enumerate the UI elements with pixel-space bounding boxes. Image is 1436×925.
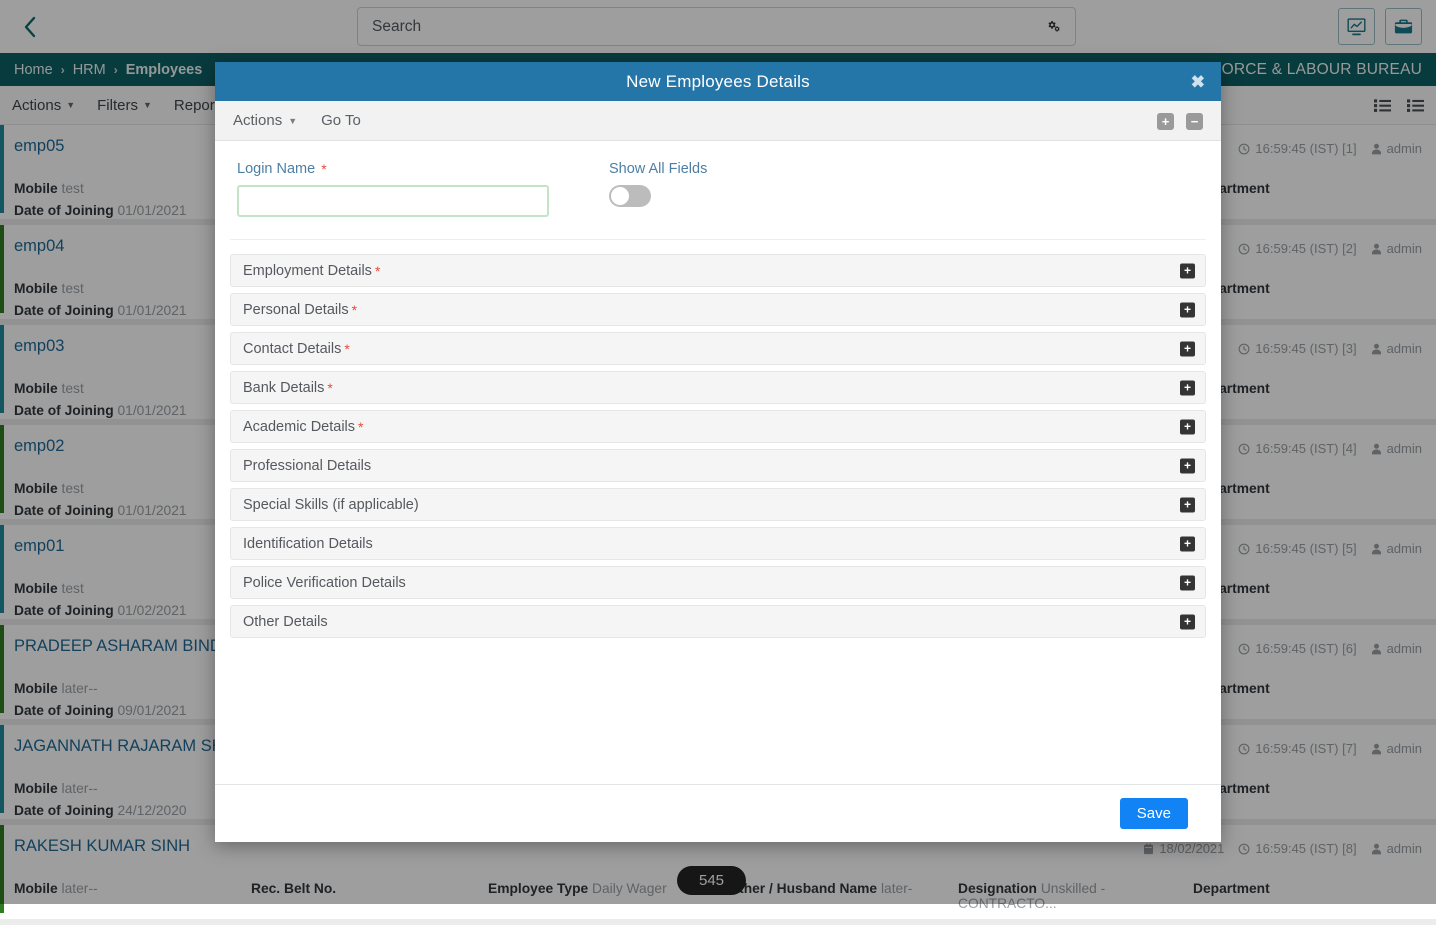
section-academic-details[interactable]: Academic Details * + [230, 410, 1206, 443]
section-personal-details[interactable]: Personal Details * + [230, 293, 1206, 326]
required-asterisk: * [352, 303, 357, 317]
plus-icon[interactable]: + [1180, 614, 1195, 629]
collapse-all-icon[interactable]: − [1186, 113, 1203, 130]
required-asterisk: * [358, 420, 363, 434]
login-name-input[interactable] [237, 185, 549, 217]
top-field-row: Login Name * Show All Fields [230, 161, 1206, 240]
new-employee-modal: New Employees Details ✖ Actions ▼ Go To … [215, 62, 1221, 842]
section-contact-details[interactable]: Contact Details * + [230, 332, 1206, 365]
plus-icon[interactable]: + [1180, 380, 1195, 395]
modal-title: New Employees Details [626, 72, 810, 92]
show-all-fields-label: Show All Fields [609, 161, 707, 177]
section-identification-details[interactable]: Identification Details + [230, 527, 1206, 560]
expand-all-icon[interactable]: + [1157, 113, 1174, 130]
details-accordion: Employment Details * + Personal Details … [230, 254, 1206, 638]
chevron-down-icon: ▼ [288, 116, 297, 126]
section-employment-details[interactable]: Employment Details * + [230, 254, 1206, 287]
show-all-fields-group: Show All Fields [609, 161, 707, 217]
section-professional-details[interactable]: Professional Details + [230, 449, 1206, 482]
save-button[interactable]: Save [1120, 798, 1188, 829]
login-name-label: Login Name * [237, 161, 549, 177]
plus-icon[interactable]: + [1180, 419, 1195, 434]
modal-actions-menu[interactable]: Actions ▼ [233, 112, 297, 129]
plus-icon[interactable]: + [1180, 575, 1195, 590]
close-icon[interactable]: ✖ [1191, 73, 1205, 90]
modal-actions-label: Actions [233, 112, 282, 129]
login-name-label-text: Login Name [237, 161, 315, 177]
modal-body: Login Name * Show All Fields Employment … [215, 141, 1221, 784]
section-label: Police Verification Details [243, 575, 406, 591]
section-label: Personal Details [243, 302, 349, 318]
section-label: Identification Details [243, 536, 373, 552]
plus-icon[interactable]: + [1180, 341, 1195, 356]
show-all-fields-toggle[interactable] [609, 185, 651, 207]
section-label: Other Details [243, 614, 328, 630]
plus-icon[interactable]: + [1180, 458, 1195, 473]
section-label: Academic Details [243, 419, 355, 435]
plus-icon[interactable]: + [1180, 302, 1195, 317]
section-label: Special Skills (if applicable) [243, 497, 419, 513]
modal-header: New Employees Details ✖ [215, 62, 1221, 101]
modal-expand-collapse-group: + − [1157, 101, 1203, 141]
plus-icon[interactable]: + [1180, 263, 1195, 278]
modal-toolbar: Actions ▼ Go To + − [215, 101, 1221, 141]
required-asterisk: * [375, 264, 380, 278]
required-asterisk: * [327, 381, 332, 395]
section-label: Bank Details [243, 380, 324, 396]
plus-icon[interactable]: + [1180, 497, 1195, 512]
required-asterisk: * [321, 162, 326, 176]
section-special-skills[interactable]: Special Skills (if applicable) + [230, 488, 1206, 521]
modal-goto-label: Go To [321, 112, 361, 129]
section-label: Professional Details [243, 458, 371, 474]
section-police-verification-details[interactable]: Police Verification Details + [230, 566, 1206, 599]
section-label: Contact Details [243, 341, 341, 357]
section-label: Employment Details [243, 263, 372, 279]
section-other-details[interactable]: Other Details + [230, 605, 1206, 638]
plus-icon[interactable]: + [1180, 536, 1195, 551]
modal-goto-menu[interactable]: Go To [321, 112, 361, 129]
required-asterisk: * [344, 342, 349, 356]
login-name-field-group: Login Name * [237, 161, 549, 217]
modal-footer: Save [215, 784, 1221, 842]
section-bank-details[interactable]: Bank Details * + [230, 371, 1206, 404]
